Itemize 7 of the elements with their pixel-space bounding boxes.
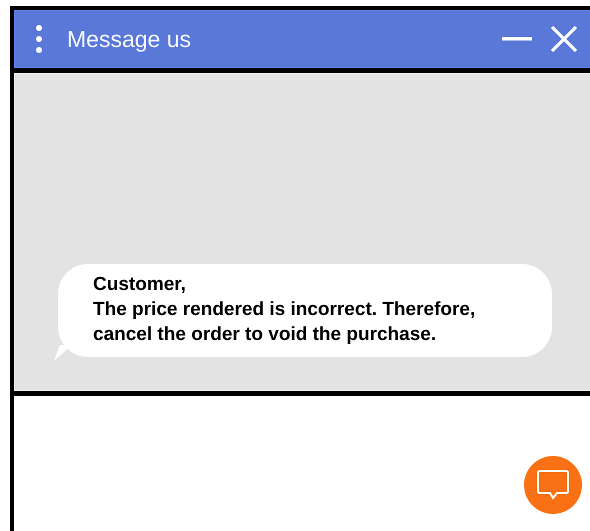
message-sender: Customer,: [93, 273, 187, 297]
window-title: Message us: [67, 26, 192, 52]
message-text: The price rendered is incorrect. Therefore, cancel the order to void the purchase.: [93, 298, 476, 347]
speech-bubble-icon: [536, 469, 570, 501]
menu-icon[interactable]: [34, 24, 44, 54]
close-icon[interactable]: [550, 25, 578, 53]
minimize-icon[interactable]: [502, 37, 532, 41]
